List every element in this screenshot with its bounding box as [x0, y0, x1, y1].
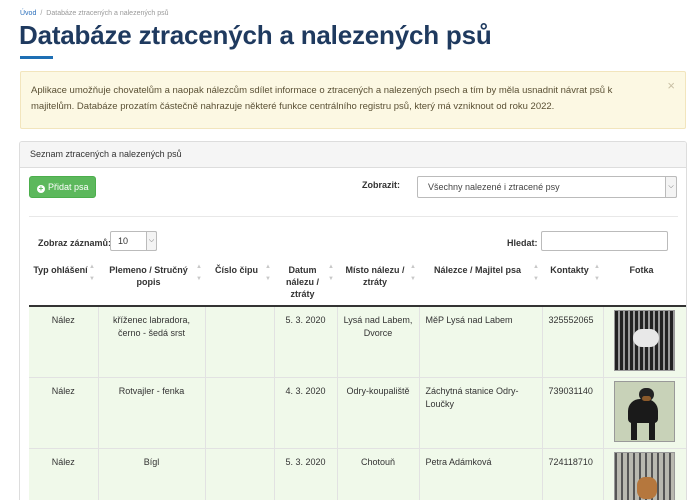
cell-breed: kříženec labradora, černo - šedá srst: [97, 306, 205, 378]
chevron-down-icon: ⌵: [665, 176, 677, 198]
sort-icon: ▲ ▼: [265, 264, 271, 282]
column-header-type[interactable]: Typ ohlášení ▲ ▼: [29, 257, 98, 307]
cell-photo: [602, 448, 686, 500]
dog-photo-thumbnail[interactable]: [614, 451, 676, 500]
dog-leg: [631, 419, 638, 440]
column-header-label: Kontakty: [550, 265, 589, 275]
sort-icon: ▲ ▼: [89, 264, 95, 282]
column-header-label: Nálezce / Majitel psa: [433, 265, 522, 275]
dog-list-panel: Seznam ztracených a nalezených psů + Přid…: [19, 141, 687, 500]
page-length-label: Zobraz záznamů:: [38, 238, 112, 248]
add-dog-label: Přidat psa: [48, 182, 89, 192]
cell-chip: [204, 448, 274, 500]
page-length-value: 10: [118, 236, 129, 246]
table-row[interactable]: Nález Bígl 5. 3. 2020 Chotouň Petra Adám…: [29, 448, 686, 500]
cell-place: Odry-koupaliště: [336, 377, 419, 449]
column-header-owner[interactable]: Nálezce / Majitel psa ▲ ▼: [419, 257, 542, 307]
filter-select[interactable]: Všechny nalezené i ztracené psy ⌵: [417, 176, 677, 198]
column-header-label: Místo nálezu / ztráty: [345, 265, 405, 287]
cell-type: Nález: [29, 448, 98, 500]
cell-owner: MěP Lysá nad Labem: [418, 306, 542, 378]
page-title: Databáze ztracených a nalezených psů: [19, 20, 492, 50]
chevron-down-icon: ⌵: [146, 231, 157, 251]
column-header-chip[interactable]: Číslo čipu ▲ ▼: [205, 257, 274, 307]
cell-date: 5. 3. 2020: [273, 306, 337, 378]
cell-chip: [204, 377, 274, 449]
table-row[interactable]: Nález Rotvajler - fenka 4. 3. 2020 Odry-…: [29, 377, 686, 449]
close-icon[interactable]: ×: [667, 79, 675, 92]
column-header-photo: Fotka: [603, 257, 686, 307]
cell-breed: Rotvajler - fenka: [97, 377, 205, 449]
add-dog-button[interactable]: + Přidat psa: [29, 176, 96, 198]
info-alert: Aplikace umožňuje chovatelům a naopak ná…: [20, 71, 686, 129]
title-underline: [20, 56, 53, 59]
cell-breed: Bígl: [97, 448, 205, 500]
cell-contact: 739031140: [541, 377, 603, 449]
dog-marking: [642, 395, 652, 401]
column-header-label: Fotka: [629, 265, 654, 275]
cell-owner: Záchytná stanice Odry-Loučky: [418, 377, 542, 449]
breadcrumb: Úvod / Databáze ztracených a nalezených ps…: [20, 10, 168, 17]
cell-contact: 724118710: [541, 448, 603, 500]
page-length-select[interactable]: 10 ⌵: [110, 231, 157, 251]
sort-icon: ▲ ▼: [328, 264, 334, 282]
filter-select-value: Všechny nalezené i ztracené psy: [428, 182, 560, 192]
breadcrumb-current: Databáze ztracených a nalezených psů: [46, 10, 169, 17]
dog-figure: [633, 329, 660, 347]
cell-photo: [602, 306, 686, 378]
cell-contact: 325552065: [541, 306, 603, 378]
filter-label: Zobrazit:: [362, 180, 400, 190]
column-header-label: Číslo čipu: [214, 265, 258, 275]
column-header-label: Typ ohlášení: [33, 265, 88, 275]
column-header-place[interactable]: Místo nálezu / ztráty ▲ ▼: [337, 257, 419, 307]
sort-icon: ▲ ▼: [533, 264, 539, 282]
column-header-label: Datum nálezu / ztráty: [285, 265, 319, 299]
breadcrumb-separator: /: [40, 10, 43, 17]
alert-text: Aplikace umožňuje chovatelům a naopak ná…: [31, 85, 613, 112]
panel-heading: Seznam ztracených a nalezených psů: [20, 142, 686, 168]
cell-date: 5. 3. 2020: [273, 448, 337, 500]
dog-leg: [649, 419, 656, 440]
plus-circle-icon: +: [37, 184, 45, 193]
toolbar-divider: [29, 216, 678, 217]
cell-type: Nález: [29, 377, 98, 449]
cell-place: Lysá nad Labem, Dvorce: [336, 306, 419, 378]
cell-chip: [204, 306, 274, 378]
cell-date: 4. 3. 2020: [273, 377, 337, 449]
sort-icon: ▲ ▼: [196, 264, 202, 282]
table-header-row: Typ ohlášení ▲ ▼ Plemeno / Stručný popis ▲ ▼…: [29, 257, 686, 307]
column-header-label: Plemeno / Stručný popis: [109, 265, 188, 287]
search-input[interactable]: [541, 231, 668, 251]
dog-photo-thumbnail[interactable]: [614, 310, 676, 371]
dog-table: Typ ohlášení ▲ ▼ Plemeno / Stručný popis ▲ ▼…: [29, 257, 686, 500]
breadcrumb-home-link[interactable]: Úvod: [20, 10, 36, 17]
search-label: Hledat:: [507, 238, 538, 248]
column-header-breed[interactable]: Plemeno / Stručný popis ▲ ▼: [98, 257, 205, 307]
cell-type: Nález: [29, 306, 98, 378]
cell-photo: [602, 377, 686, 449]
column-header-contact[interactable]: Kontakty ▲ ▼: [542, 257, 603, 307]
cell-owner: Petra Adámková: [418, 448, 542, 500]
dog-photo-thumbnail[interactable]: [614, 380, 676, 442]
dog-figure: [637, 476, 658, 499]
sort-icon: ▲ ▼: [410, 264, 416, 282]
table-row[interactable]: Nález kříženec labradora, černo - šedá s…: [29, 306, 686, 378]
column-header-date[interactable]: Datum nálezu / ztráty ▲ ▼: [274, 257, 337, 307]
cell-place: Chotouň: [336, 448, 419, 500]
sort-icon: ▲ ▼: [594, 264, 600, 282]
